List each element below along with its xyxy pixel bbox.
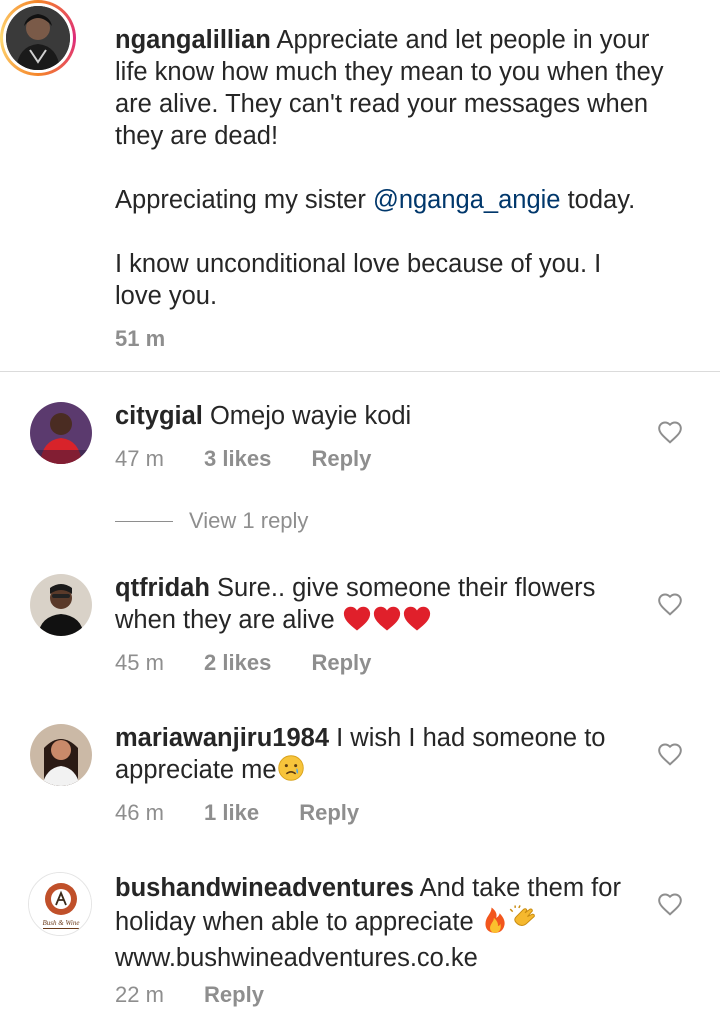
caption-paragraph-2-end: today. (560, 186, 636, 214)
view-replies-label: View 1 reply (189, 508, 309, 533)
bush-and-wine-logo: Bush & Wine (29, 873, 91, 935)
author-avatar-image (6, 6, 70, 70)
crying-face-emoji (277, 754, 305, 790)
replies-line (115, 520, 173, 522)
comment-time: 45 m (115, 650, 164, 675)
comment-username[interactable]: mariawanjiru1984 (115, 724, 329, 752)
comment-meta: 45 m 2 likes Reply (115, 650, 405, 676)
like-heart-icon[interactable] (657, 892, 683, 916)
commenter-avatar[interactable] (30, 574, 92, 636)
caption-time: 51 m (115, 326, 166, 351)
comment-time: 47 m (115, 446, 164, 471)
clapping-hands-emoji (509, 904, 541, 942)
caption-paragraph-3: I know unconditional love because of you… (115, 250, 602, 310)
svg-text:Bush & Wine: Bush & Wine (43, 919, 80, 927)
reply-button[interactable]: Reply (311, 446, 371, 471)
fire-emoji (481, 904, 509, 942)
author-avatar[interactable] (0, 0, 76, 76)
comment-meta: 22 m Reply (115, 982, 298, 1008)
comment-body: Omejo wayie kodi (209, 402, 412, 430)
commenter-avatar[interactable]: Bush & Wine (28, 872, 92, 936)
divider (0, 371, 720, 372)
reply-button[interactable]: Reply (299, 800, 359, 825)
like-heart-icon[interactable] (657, 420, 683, 444)
comment-username[interactable]: qtfridah (115, 574, 210, 602)
comment-meta: 46 m 1 like Reply (115, 800, 393, 826)
mention-link[interactable]: @nganga_angie (373, 186, 561, 214)
comment-text: citygial Omejo wayie kodi (115, 400, 645, 432)
comment-time: 22 m (115, 982, 164, 1007)
commenter-avatar[interactable] (30, 724, 92, 786)
caption-paragraph-2-start: Appreciating my sister (115, 186, 373, 214)
caption-section: ngangalillian Appreciate and let people … (0, 0, 720, 372)
red-heart-emoji (372, 604, 402, 640)
comment-text: mariawanjiru1984 I wish I had someone to… (115, 722, 645, 790)
comment-text: bushandwineadventures And take them for … (115, 872, 645, 974)
comment-time: 46 m (115, 800, 164, 825)
comment-likes[interactable]: 1 like (204, 800, 259, 825)
like-heart-icon[interactable] (657, 592, 683, 616)
comment-likes[interactable]: 2 likes (204, 650, 271, 675)
comment-text: qtfridah Sure.. give someone their flowe… (115, 572, 645, 640)
comment-likes[interactable]: 3 likes (204, 446, 271, 471)
red-heart-emoji (402, 604, 432, 640)
reply-button[interactable]: Reply (311, 650, 371, 675)
comment-meta: 47 m 3 likes Reply (115, 446, 405, 472)
comment-username[interactable]: bushandwineadventures (115, 874, 414, 902)
comment-username[interactable]: citygial (115, 402, 203, 430)
commenter-avatar[interactable] (30, 402, 92, 464)
reply-button[interactable]: Reply (204, 982, 264, 1007)
view-replies-button[interactable]: View 1 reply (115, 508, 308, 534)
website-link[interactable]: www.bushwineadventures.co.ke (115, 944, 478, 972)
red-heart-emoji (342, 604, 372, 640)
caption-meta: 51 m (115, 326, 199, 352)
caption-username[interactable]: ngangalillian (115, 26, 271, 54)
like-heart-icon[interactable] (657, 742, 683, 766)
caption-text: ngangalillian Appreciate and let people … (115, 24, 675, 312)
